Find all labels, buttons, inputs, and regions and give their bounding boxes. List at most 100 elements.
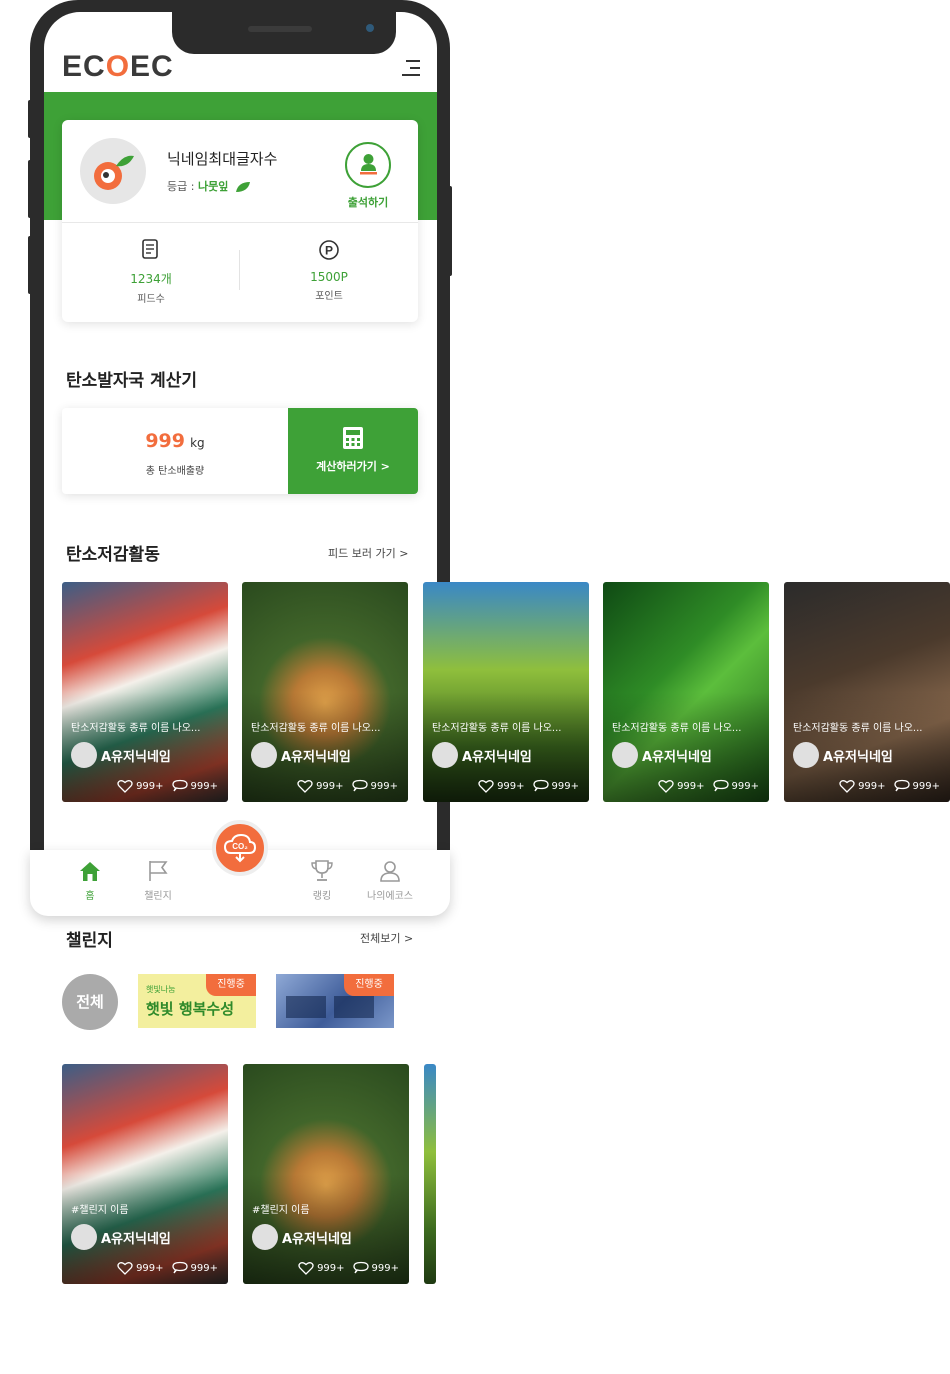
activity-card[interactable]: 탄소저감활동 종류 이름 나오... A유저닉네임 999+ 999+	[603, 582, 769, 802]
card-user: A유저닉네임	[71, 1224, 171, 1250]
calculator-icon	[343, 427, 363, 449]
likes-count: 999+	[497, 780, 525, 792]
challenge-card-peek[interactable]	[424, 1064, 436, 1284]
user-name: A유저닉네임	[101, 1231, 171, 1247]
notch	[172, 12, 396, 54]
attend-label: 출석하기	[347, 196, 389, 209]
user-avatar	[252, 1224, 278, 1250]
co2-button[interactable]: CO₂	[212, 820, 268, 876]
user-name: A유저닉네임	[642, 749, 712, 765]
nav-home[interactable]: 홈	[60, 858, 120, 902]
feeds-stat[interactable]: 1234개 피드수	[62, 238, 240, 305]
app-logo[interactable]: ECOEC	[62, 50, 174, 84]
user-name: A유저닉네임	[823, 749, 893, 765]
likes-count: 999+	[858, 780, 886, 792]
comment-icon	[532, 779, 549, 792]
activity-card[interactable]: 탄소저감활동 종류 이름 나오... A유저닉네임 999+ 999+	[242, 582, 408, 802]
card-stats: 999+ 999+	[117, 779, 218, 793]
go-feed-link[interactable]: 피드 보러 가기 >	[328, 545, 408, 561]
comments-count: 999+	[190, 780, 218, 792]
co2-cloud-icon: CO₂	[223, 833, 257, 863]
heart-icon	[298, 1262, 314, 1275]
nav-my-ecos[interactable]: 나의에코스	[360, 858, 420, 902]
trophy-icon	[311, 860, 333, 881]
user-name: A유저닉네임	[281, 749, 351, 765]
comments-count: 999+	[371, 1262, 399, 1274]
challenge-tag: #챌린지 이름	[252, 1205, 310, 1216]
speaker	[248, 26, 312, 32]
calculator-title: 탄소발자국 계산기	[66, 371, 198, 391]
likes-count: 999+	[136, 780, 164, 792]
comments-count: 999+	[551, 780, 579, 792]
bottom-navigation: CO₂ 홈 챌린지 랭킹 나의에코스	[30, 820, 450, 916]
activities-title: 탄소저감활동	[66, 545, 160, 565]
emission-value: 999	[145, 430, 185, 452]
activity-card[interactable]: 탄소저감활동 종류 이름 나오... A유저닉네임 999+ 999+	[784, 582, 950, 802]
logo-text-b: EC	[130, 50, 174, 83]
points-stat[interactable]: P 1500P 포인트	[240, 238, 418, 302]
card-user: A유저닉네임	[793, 742, 893, 768]
user-avatar	[432, 742, 458, 768]
likes-count: 999+	[677, 780, 705, 792]
card-user: A유저닉네임	[252, 1224, 352, 1250]
activity-card[interactable]: 탄소저감활동 종류 이름 나오... A유저닉네임 999+ 999+	[62, 582, 228, 802]
grade-value: 나뭇잎	[197, 180, 229, 193]
heart-icon	[478, 780, 494, 793]
in-progress-badge: 진행중	[344, 974, 394, 996]
leaf-icon	[235, 182, 250, 192]
grade-label: 등급 :	[167, 180, 198, 193]
comment-icon	[351, 779, 368, 792]
heart-icon	[117, 780, 133, 793]
user-avatar	[71, 1224, 97, 1250]
hamburger-menu-icon[interactable]	[400, 58, 420, 78]
filter-all-chip[interactable]: 전체	[62, 974, 118, 1030]
card-stats: 999+ 999+	[478, 779, 579, 793]
logo-text-o: O	[105, 50, 131, 83]
profile-avatar[interactable]	[80, 138, 146, 204]
challenge-title: 챌린지	[66, 931, 113, 951]
card-stats: 999+ 999+	[117, 1261, 218, 1275]
points-value: 1500P	[310, 270, 348, 284]
challenge-banner-screen[interactable]: 진행중	[276, 974, 394, 1028]
comments-count: 999+	[190, 1262, 218, 1274]
profile-card: 닉네임최대글자수 등급 : 나뭇잎 출석하기 1234개 피드수 P 1500P…	[62, 120, 418, 322]
flag-icon	[149, 861, 168, 881]
activity-title: 탄소저감활동 종류 이름 나오...	[251, 723, 381, 734]
go-calculate-button[interactable]: 계산하러가기 >	[288, 408, 418, 494]
likes-count: 999+	[136, 1262, 164, 1274]
svg-text:CO₂: CO₂	[232, 842, 248, 851]
banner-main-text: 햇빛 행복수성	[146, 1000, 235, 1018]
nav-ranking[interactable]: 랭킹	[292, 858, 352, 902]
profile-grade: 등급 : 나뭇잎	[167, 178, 251, 194]
attend-button[interactable]: 출석하기	[342, 142, 394, 210]
nav-home-label: 홈	[85, 891, 95, 902]
nav-my-ecos-label: 나의에코스	[367, 891, 413, 902]
card-stats: 999+ 999+	[658, 779, 759, 793]
total-emission: 999 kg	[62, 430, 288, 452]
user-avatar	[793, 742, 819, 768]
emission-unit: kg	[190, 436, 205, 450]
card-stats: 999+ 999+	[297, 779, 398, 793]
user-icon	[380, 861, 400, 882]
challenge-banner-sunlight[interactable]: 햇빛나눔 햇빛 행복수성 진행중	[138, 974, 256, 1028]
nav-challenge[interactable]: 챌린지	[128, 858, 188, 902]
banner-small-text: 햇빛나눔	[146, 985, 176, 994]
svg-text:P: P	[325, 244, 333, 258]
challenge-card[interactable]: #챌린지 이름 A유저닉네임 999+ 999+	[243, 1064, 409, 1284]
activity-title: 탄소저감활동 종류 이름 나오...	[612, 723, 742, 734]
challenge-card[interactable]: #챌린지 이름 A유저닉네임 999+ 999+	[62, 1064, 228, 1284]
comment-icon	[171, 779, 188, 792]
card-stats: 999+ 999+	[298, 1261, 399, 1275]
see-all-link[interactable]: 전체보기 >	[360, 930, 413, 946]
heart-icon	[297, 780, 313, 793]
user-avatar	[251, 742, 277, 768]
comment-icon	[352, 1261, 369, 1274]
go-calculate-label: 계산하러가기 >	[316, 460, 390, 473]
likes-count: 999+	[317, 1262, 345, 1274]
heart-icon	[839, 780, 855, 793]
profile-nickname: 닉네임최대글자수	[167, 150, 278, 168]
comment-icon	[171, 1261, 188, 1274]
activity-card[interactable]: 탄소저감활동 종류 이름 나오... A유저닉네임 999+ 999+	[423, 582, 589, 802]
card-user: A유저닉네임	[71, 742, 171, 768]
card-user: A유저닉네임	[251, 742, 351, 768]
